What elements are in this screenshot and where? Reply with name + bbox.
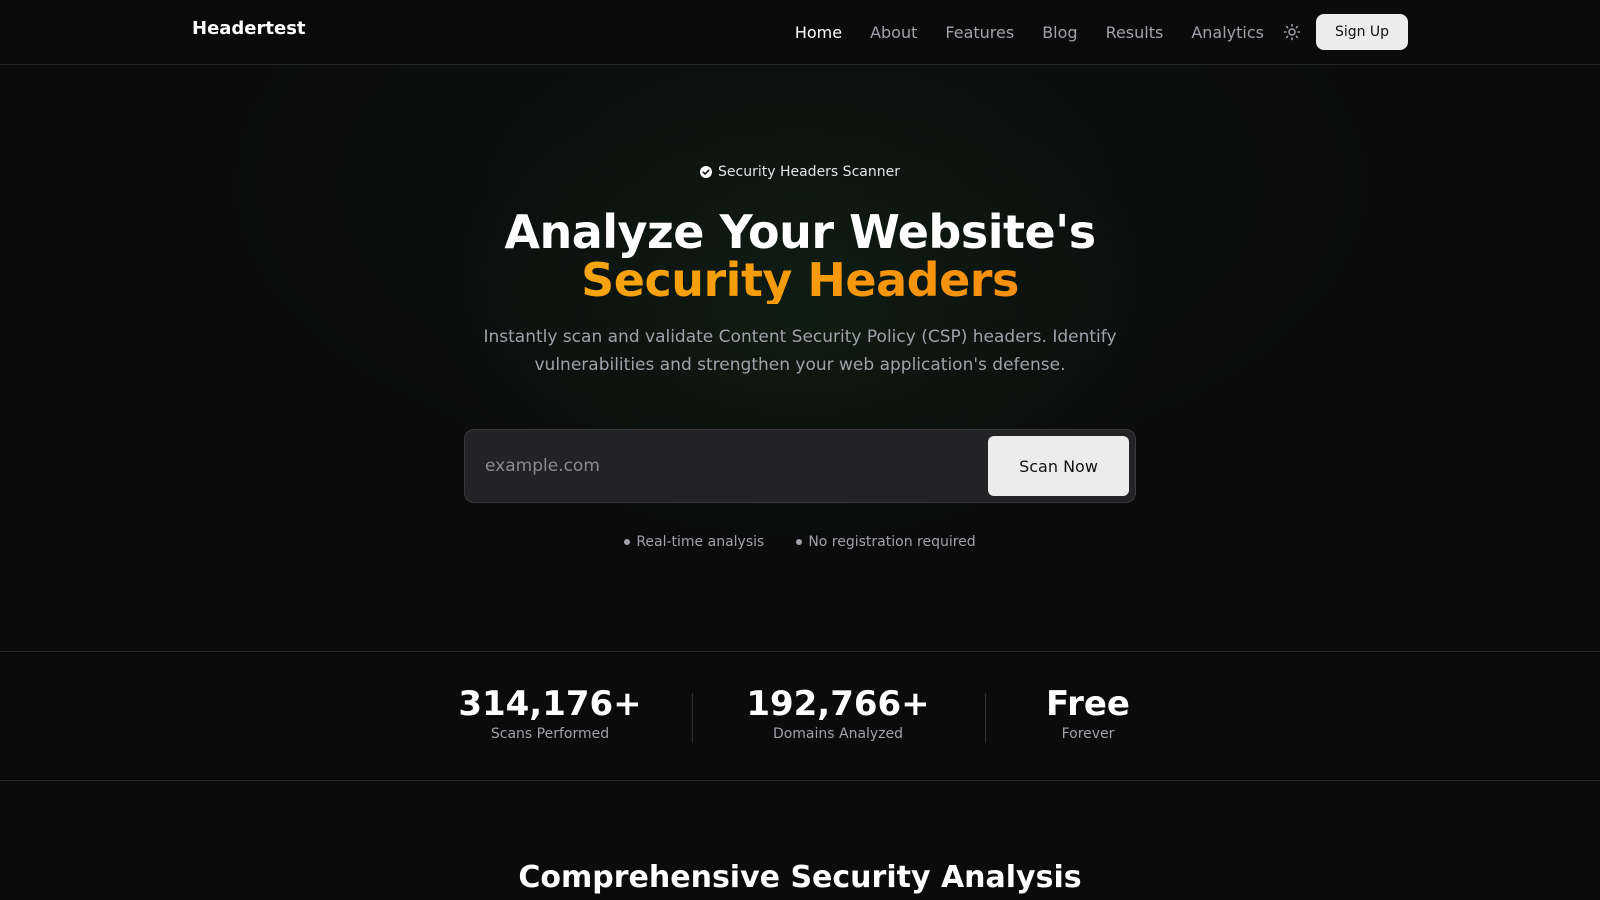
stat-label: Scans Performed [490,726,610,742]
check-circle-icon [700,166,713,178]
stats-bar: 314,176+ Scans Performed 192,766+ Domain… [0,651,1600,781]
hero-badge-label: Security Headers Scanner [718,164,900,180]
brand-logo[interactable]: Headertest [192,18,306,39]
hero-title-highlight: Security Headers [0,256,1600,304]
hero-title-line1: Analyze Your Website's [504,205,1096,259]
feature-item: No registration required [796,534,976,550]
nav-link-about[interactable]: About [870,23,917,42]
sign-up-button[interactable]: Sign Up [1316,14,1408,50]
stat-price: Free Forever [1028,684,1148,742]
stat-scans: 314,176+ Scans Performed [450,684,650,742]
stat-label: Forever [1061,726,1115,742]
nav-link-results[interactable]: Results [1106,23,1164,42]
feature-label: Real-time analysis [636,534,765,550]
nav-link-features[interactable]: Features [945,23,1014,42]
sun-icon [1283,23,1301,41]
stat-divider [692,693,693,743]
bullet-dot-icon [796,539,803,545]
bullet-dot-icon [624,539,631,545]
feature-label: No registration required [808,534,976,550]
nav-links: Home About Features Blog Results Analyti… [795,0,1264,64]
stat-value: 192,766+ [746,684,930,724]
feature-list: Real-time analysis No registration requi… [0,534,1600,550]
theme-toggle-button[interactable] [1281,21,1303,43]
nav-link-home[interactable]: Home [795,23,842,42]
stat-value: 314,176+ [458,684,642,724]
section-title: Comprehensive Security Analysis [518,860,1082,895]
stat-value: Free [1046,684,1130,724]
hero-badge: Security Headers Scanner [0,164,1600,180]
nav-link-blog[interactable]: Blog [1042,23,1077,42]
stat-divider [985,693,986,743]
nav-link-analytics[interactable]: Analytics [1191,23,1264,42]
navbar: Headertest Home About Features Blog Resu… [0,0,1600,65]
page: Headertest Home About Features Blog Resu… [0,0,1600,900]
feature-item: Real-time analysis [624,534,764,550]
scan-form: Scan Now [464,429,1136,503]
domain-input[interactable] [485,442,965,490]
stat-domains: 192,766+ Domains Analyzed [738,684,938,742]
stat-label: Domains Analyzed [772,726,904,742]
hero-title: Analyze Your Website's Security Headers [0,208,1600,304]
hero-subtitle: Instantly scan and validate Content Secu… [483,327,1117,375]
scan-now-button[interactable]: Scan Now [988,436,1129,496]
